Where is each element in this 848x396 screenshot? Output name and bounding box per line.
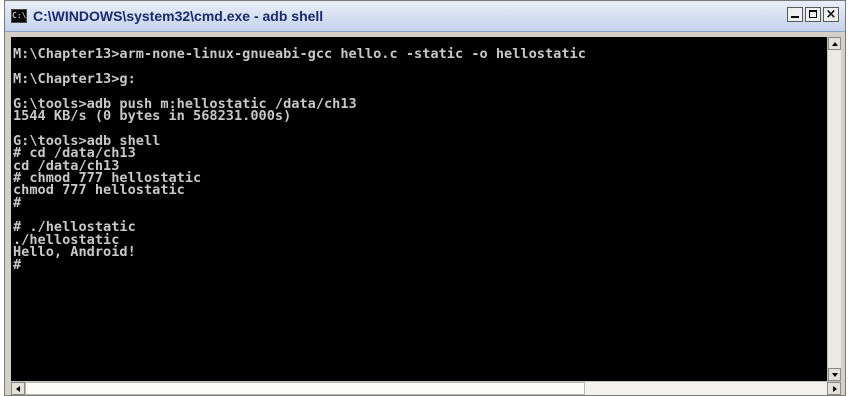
window-title: C:\WINDOWS\system32\cmd.exe - adb shell: [33, 8, 324, 24]
close-button[interactable]: ×: [823, 7, 839, 22]
minimize-button[interactable]: [787, 7, 803, 22]
console-line: M:\Chapter13>g:: [13, 70, 136, 87]
scroll-down-button[interactable]: [828, 368, 841, 381]
console-icon[interactable]: C:\: [11, 9, 27, 23]
maximize-button[interactable]: [805, 7, 821, 22]
console-text: M:\Chapter13>arm-none-linux-gnueabi-gcc …: [13, 46, 586, 273]
scroll-left-button[interactable]: [11, 382, 25, 395]
console-line: chmod 777 hellostatic: [13, 182, 185, 199]
console-line: 1544 KB/s (0 bytes in 568231.000s): [13, 107, 292, 124]
window-controls: ×: [787, 7, 839, 22]
horizontal-scrollbar[interactable]: [11, 381, 841, 395]
console-line: M:\Chapter13>arm-none-linux-gnueabi-gcc …: [13, 46, 586, 62]
console-line: #: [13, 256, 22, 273]
scroll-right-button[interactable]: [827, 382, 841, 395]
cmd-window: C:\ C:\WINDOWS\system32\cmd.exe - adb sh…: [4, 0, 846, 396]
console-output[interactable]: M:\Chapter13>arm-none-linux-gnueabi-gcc …: [11, 37, 827, 381]
scroll-up-button[interactable]: [828, 37, 841, 50]
console-line: Hello, Android!: [13, 244, 136, 261]
title-bar[interactable]: C:\ C:\WINDOWS\system32\cmd.exe - adb sh…: [5, 1, 845, 32]
vertical-scrollbar[interactable]: [827, 37, 841, 381]
horizontal-scroll-thumb[interactable]: [25, 382, 585, 395]
close-icon: ×: [825, 7, 837, 22]
console-line: #: [13, 194, 22, 211]
